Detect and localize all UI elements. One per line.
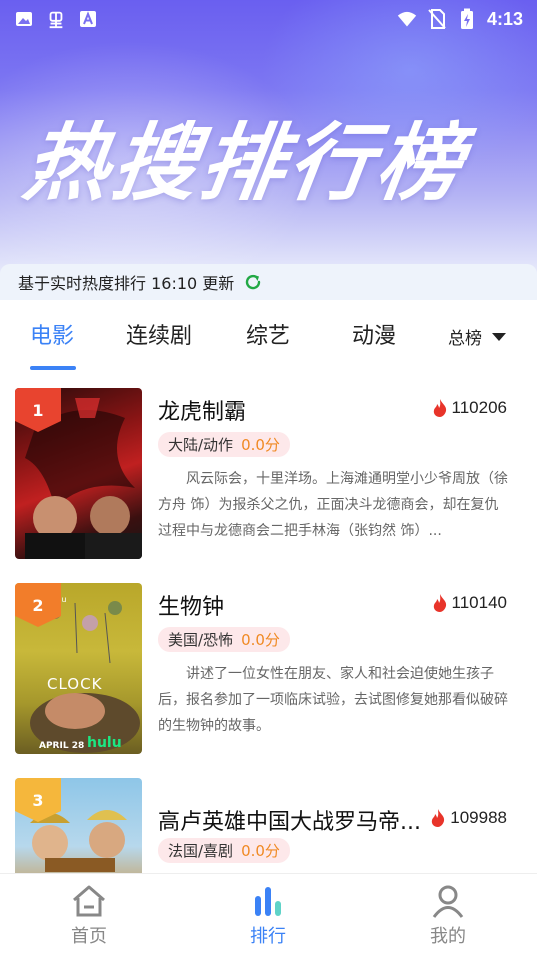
genre-tag: 法国/喜剧 0.0分: [158, 838, 290, 863]
movie-description: 讲述了一位女性在朋友、家人和社会迫使她生孩子后，报名参加了一项临床试验，去试图修…: [158, 666, 508, 734]
genre-tag: 大陆/动作 0.0分: [158, 432, 290, 457]
wifi-icon: [397, 9, 417, 29]
heat-value: 109988: [450, 808, 507, 827]
list-item[interactable]: 3 高卢英雄中国大战罗马帝... 109988 法国/喜剧 0.0分: [0, 760, 537, 873]
movie-poster[interactable]: hulu CLOCK APRIL 28 hulu 2: [15, 583, 142, 754]
genre-text: 美国/恐怖: [168, 631, 234, 649]
movie-description: 风云际会，十里洋场。上海滩通明堂小少爷周放（徐方舟 饰）为报杀父之仇，正面决斗龙…: [158, 471, 508, 539]
movie-title: 高卢英雄中国大战罗马帝...: [158, 810, 421, 835]
nav-ranking[interactable]: 排行: [218, 884, 318, 948]
status-bar: 4:13: [0, 0, 537, 38]
rank-selector[interactable]: 总榜: [448, 324, 506, 349]
refresh-icon[interactable]: [244, 273, 262, 291]
movie-title: 龙虎制霸: [158, 400, 247, 425]
score-text: 0.0分: [241, 842, 280, 860]
heat-value: 110206: [451, 398, 507, 417]
bug-icon: [46, 9, 66, 29]
caret-down-icon: [492, 332, 506, 341]
nav-home-label: 首页: [71, 926, 107, 947]
fire-icon: [432, 809, 445, 827]
battery-charging-icon: [457, 8, 477, 29]
ranking-icon: [255, 887, 281, 916]
heat-score: 110140: [431, 593, 507, 613]
score-text: 0.0分: [241, 631, 280, 649]
genre-text: 大陆/动作: [168, 436, 234, 454]
nav-home[interactable]: 首页: [39, 884, 139, 948]
tab-anime[interactable]: 动漫: [352, 318, 396, 350]
poster-date: APRIL 28: [39, 741, 85, 751]
category-tabs: 电影 连续剧 综艺 动漫 总榜: [0, 300, 537, 370]
score-text: 0.0分: [241, 436, 280, 454]
poster-brand: hulu: [87, 735, 122, 751]
list-item[interactable]: 1 龙虎制霸 110206 大陆/动作 0.0分 风云际会，十里洋场。上海滩通明…: [0, 370, 537, 560]
ranking-list: 1 龙虎制霸 110206 大陆/动作 0.0分 风云际会，十里洋场。上海滩通明…: [0, 370, 537, 873]
heat-score: 110206: [431, 398, 507, 418]
heat-value: 110140: [451, 593, 507, 612]
update-text: 基于实时热度排行 16:10 更新: [18, 274, 235, 293]
nav-profile[interactable]: 我的: [398, 884, 498, 948]
no-sim-icon: [427, 9, 447, 29]
gallery-icon: [14, 9, 34, 29]
update-info-bar: 基于实时热度排行 16:10 更新: [0, 264, 537, 300]
bottom-nav: 首页 排行 我的: [0, 873, 537, 957]
movie-poster[interactable]: 1: [15, 388, 142, 559]
heat-score: 109988: [429, 808, 507, 828]
header-banner: 4:13 热搜排行榜: [0, 0, 537, 300]
status-time: 4:13: [486, 8, 523, 29]
profile-icon: [432, 885, 464, 918]
genre-text: 法国/喜剧: [168, 842, 234, 860]
nav-ranking-label: 排行: [250, 926, 286, 947]
rank-selector-label: 总榜: [448, 329, 482, 349]
fire-icon: [433, 594, 446, 612]
tab-series[interactable]: 连续剧: [126, 318, 192, 350]
home-icon: [73, 885, 105, 917]
poster-title-text: CLOCK: [47, 675, 103, 693]
page-title: 热搜排行榜: [18, 114, 472, 212]
tab-variety[interactable]: 综艺: [246, 318, 290, 350]
font-a-icon: [78, 9, 98, 29]
movie-poster[interactable]: 3: [15, 778, 142, 873]
tab-movie[interactable]: 电影: [30, 318, 74, 350]
movie-title: 生物钟: [158, 595, 225, 620]
fire-icon: [433, 399, 446, 417]
nav-profile-label: 我的: [430, 926, 466, 947]
list-item[interactable]: hulu CLOCK APRIL 28 hulu 2 生物钟 110140 美国…: [0, 565, 537, 755]
genre-tag: 美国/恐怖 0.0分: [158, 627, 290, 652]
